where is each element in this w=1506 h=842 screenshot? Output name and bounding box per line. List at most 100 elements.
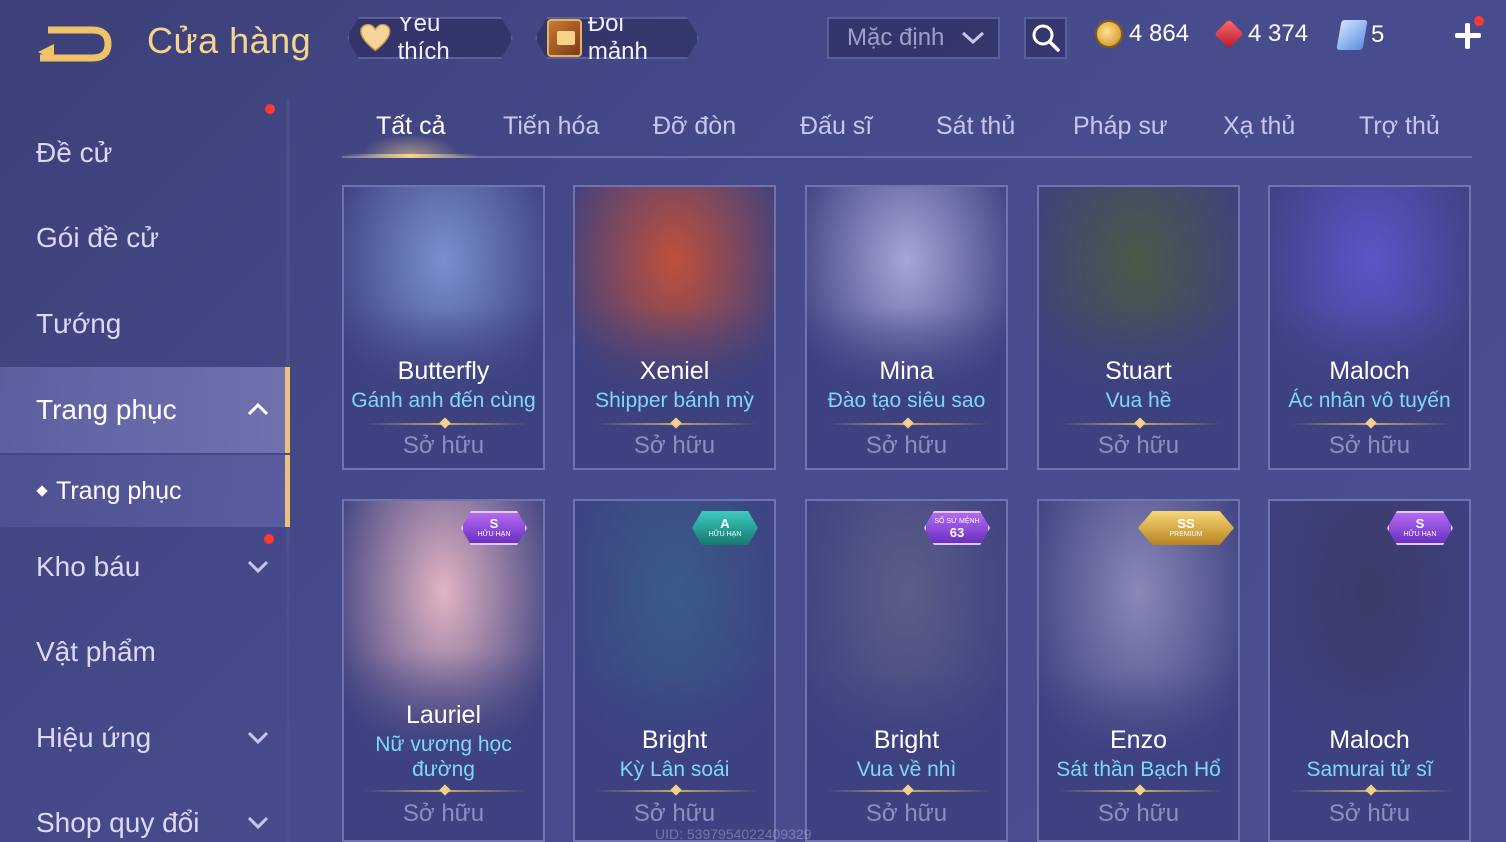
skin-card[interactable]: SỐ SỨ MỆNH 63 Bright Vua về nhì Sở hữu [805,499,1008,842]
heart-icon [359,22,392,54]
notification-dot [1474,16,1484,26]
skin-card[interactable]: S HỮU HẠN Lauriel Nữ vương học đường Sở … [342,499,545,842]
back-button[interactable] [34,22,114,66]
chest-icon [547,19,582,57]
voucher-amount: 5 [1371,21,1385,48]
owned-status: Sở hữu [633,432,716,459]
badge-subtitle: PREMIUM [1169,531,1203,538]
search-button[interactable] [1024,17,1067,59]
rarity-badge: S HỮU HẠN [461,511,527,545]
gold-balance: 4 864 [1095,20,1189,48]
sidebar-item-label: Shop quy đổi [36,807,200,838]
gold-amount: 4 864 [1129,20,1190,47]
badge-tier: S [1415,516,1425,531]
skin-name: Gánh anh đến cùng [351,389,536,412]
user-id-watermark: UID: 5397954022409329 [655,826,812,842]
rarity-badge: SS PREMIUM [1138,511,1234,545]
rarity-badge: A HỮU HẠN [692,511,758,545]
hero-name: Butterfly [397,357,490,385]
favorites-button[interactable]: Yêu thích [347,17,513,59]
sidebar-item-effects[interactable]: Hiệu ứng [0,695,290,781]
favorites-label: Yêu thích [397,10,450,65]
divider [595,423,758,425]
tab-assassin[interactable]: Sát thủ [936,112,1015,141]
sidebar-item-label: Trang phục [36,394,177,425]
skin-card[interactable]: S HỮU HẠN Maloch Samurai tử sĩ Sở hữu [1268,499,1471,842]
top-up-button[interactable] [1450,16,1486,54]
sidebar-item-skins[interactable]: Trang phục [0,367,290,453]
skin-name: Sát thần Bạch Hổ [1056,758,1221,781]
sidebar-item-label: Gói đề cử [36,222,160,253]
chevron-down-icon [247,560,269,574]
sidebar-subitem-label: Trang phục [56,476,182,505]
sidebar-item-treasure[interactable]: Kho báu [0,524,290,610]
sidebar-item-label: Vật phẩm [36,636,156,667]
tab-support[interactable]: Trợ thủ [1359,112,1440,141]
skin-card[interactable]: Xeniel Shipper bánh mỳ Sở hữu [573,185,776,470]
owned-status: Sở hữu [1328,800,1411,827]
back-arrow-icon [38,26,112,62]
owned-status: Sở hữu [1097,800,1180,827]
hero-name: Lauriel [405,701,482,729]
fragments-exchange-button[interactable]: Đổi mảnh [535,17,699,59]
owned-status: Sở hữu [633,800,716,827]
active-tab-indicator [342,154,479,158]
owned-status: Sở hữu [865,432,948,459]
skin-name: Đào tạo siêu sao [827,389,986,412]
sort-dropdown[interactable]: Mặc định [827,17,1000,59]
tab-mage[interactable]: Pháp sư [1073,112,1168,141]
owned-status: Sở hữu [402,432,485,459]
tab-all[interactable]: Tất cả [376,112,445,141]
skin-name: Kỳ Lân soái [619,758,730,781]
chevron-up-icon [247,402,269,416]
skin-card[interactable]: SS PREMIUM Enzo Sát thần Bạch Hổ Sở hữu [1037,499,1240,842]
badge-tier: 63 [949,525,965,540]
hero-name: Xeniel [639,357,710,385]
badge-subtitle: HỮU HẠN [477,531,511,538]
hero-name: Mina [879,357,934,385]
skin-name: Vua hề [1105,389,1172,412]
owned-status: Sở hữu [1097,432,1180,459]
skin-card[interactable]: A HỮU HẠN Bright Kỳ Lân soái Sở hữu [573,499,776,842]
sidebar-item-recommended[interactable]: Đề cử [0,110,290,196]
badge-tier: A [720,516,730,531]
tab-tank[interactable]: Đỡ đòn [653,112,736,141]
badge-subtitle: HỮU HẠN [708,531,742,538]
rarity-badge: S HỮU HẠN [1387,511,1453,545]
skin-card[interactable]: Mina Đào tạo siêu sao Sở hữu [805,185,1008,470]
bullet-icon [36,485,48,497]
tab-fighter[interactable]: Đấu sĩ [800,112,872,141]
sidebar-item-items[interactable]: Vật phẩm [0,609,290,695]
sidebar-subitem-skins[interactable]: Trang phục [0,455,290,527]
voucher-icon [1336,20,1368,50]
sidebar-item-exchange-shop[interactable]: Shop quy đổi [0,780,290,842]
owned-status: Sở hữu [865,800,948,827]
divider [364,423,527,425]
sort-value: Mặc định [847,24,945,51]
category-tabs: Tất cả Tiến hóa Đỡ đòn Đấu sĩ Sát thủ Ph… [342,104,1472,158]
hero-name: Bright [641,726,708,754]
hero-name: Stuart [1105,357,1172,385]
owned-status: Sở hữu [1328,432,1411,459]
notification-dot [265,104,275,114]
tab-evolution[interactable]: Tiến hóa [503,112,599,141]
voucher-balance: 5 [1336,20,1385,50]
divider [827,423,990,425]
gold-coin-icon [1095,20,1123,48]
notification-dot [264,534,274,544]
skin-card[interactable]: Stuart Vua hề Sở hữu [1037,185,1240,470]
skin-name: Samurai tử sĩ [1306,758,1433,781]
skin-name: Ác nhân vô tuyến [1288,389,1451,412]
tab-marksman[interactable]: Xạ thủ [1223,112,1295,141]
chevron-down-icon [247,816,269,830]
ruby-amount: 4 374 [1248,20,1309,47]
hero-name: Maloch [1329,357,1410,385]
sidebar-item-heroes[interactable]: Tướng [0,281,290,367]
hero-name: Enzo [1110,726,1167,754]
divider [595,790,758,792]
skin-card[interactable]: Maloch Ác nhân vô tuyến Sở hữu [1268,185,1471,470]
sidebar-item-recommended-bundles[interactable]: Gói đề cử [0,104,290,281]
skin-card[interactable]: Butterfly Gánh anh đến cùng Sở hữu [342,185,545,470]
skin-name: Nữ vương học đường [375,733,512,781]
hero-name: Maloch [1329,726,1410,754]
